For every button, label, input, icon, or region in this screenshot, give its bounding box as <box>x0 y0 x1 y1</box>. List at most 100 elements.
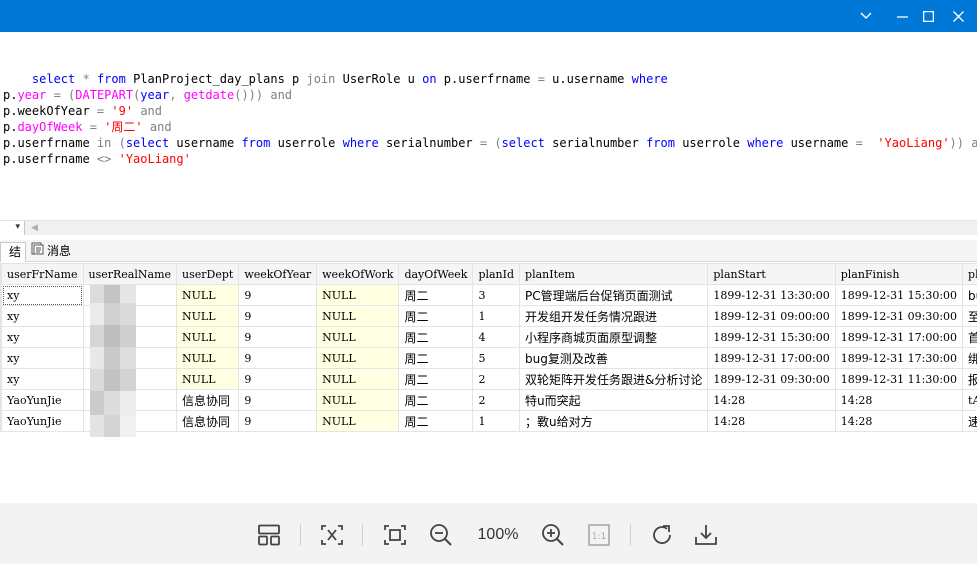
table-cell[interactable]: NULL <box>316 410 400 432</box>
table-cell[interactable]: 14:28 <box>834 389 964 411</box>
table-row[interactable]: xy NULL 9 NULL 周二 2 双轮矩阵开发任务跟进&分析讨论 1899-12-31 … <box>0 368 977 390</box>
column-header[interactable]: planId <box>472 263 521 285</box>
table-cell[interactable]: 信息协同 <box>176 389 240 411</box>
fit-selection-icon[interactable] <box>318 521 346 549</box>
table-cell[interactable]: NULL <box>176 326 240 348</box>
table-cell[interactable]: 1899-12-31 11:30:00 <box>834 368 964 390</box>
table-cell[interactable]: 速推 <box>962 410 977 432</box>
table-cell[interactable]: 14:28 <box>834 410 964 432</box>
column-header[interactable]: userRealName <box>82 263 178 285</box>
table-cell[interactable]: 特u而突起 <box>519 389 709 411</box>
table-cell[interactable]: NULL <box>316 284 400 306</box>
table-cell[interactable]: 1899-12-31 13:30:00 <box>707 284 836 306</box>
table-cell[interactable]: 1899-12-31 09:30:00 <box>834 305 964 327</box>
table-cell[interactable]: 2 <box>472 368 521 390</box>
table-cell[interactable]: 9 <box>238 410 318 432</box>
table-cell[interactable]: 首页 <box>962 326 977 348</box>
table-cell[interactable]: 1899-12-31 15:30:00 <box>707 326 836 348</box>
table-cell[interactable]: PC管理端后台促销页面测试 <box>519 284 709 306</box>
table-cell[interactable]: ；斁u给对方 <box>519 410 709 432</box>
table-cell[interactable]: 报表 <box>962 368 977 390</box>
table-cell[interactable]: 1899-12-31 17:00:00 <box>707 347 836 369</box>
table-cell[interactable]: 4 <box>472 326 521 348</box>
editor-horizontal-scrollbar[interactable]: ▾ ◀ <box>0 220 977 235</box>
table-cell[interactable]: xy <box>1 368 84 390</box>
results-grid[interactable]: userFrName userRealName userDept weekOfYear… <box>0 263 977 463</box>
table-cell[interactable]: bug复测及改善 <box>519 347 709 369</box>
table-cell[interactable]: 9 <box>238 326 318 348</box>
table-cell[interactable]: xy <box>1 347 84 369</box>
table-cell[interactable]: 信息协同 <box>176 410 240 432</box>
table-cell[interactable]: 绑定 <box>962 347 977 369</box>
table-row[interactable]: xy NULL 9 NULL 周二 1 开发组开发任务情况跟进 1899-12-31 09:0… <box>0 305 977 327</box>
column-header[interactable]: planO <box>962 263 977 285</box>
zoom-in-icon[interactable] <box>539 521 567 549</box>
column-header[interactable]: planFinish <box>834 263 964 285</box>
table-cell[interactable]: tAry <box>962 389 977 411</box>
sql-editor[interactable]: select * from PlanProject_day_plans p jo… <box>0 32 977 220</box>
table-cell[interactable]: 9 <box>238 305 318 327</box>
table-cell[interactable]: NULL <box>316 389 400 411</box>
table-row[interactable]: YaoYunJie信息协同9NULL周二2特u而突起14:2814:28tAry <box>0 389 977 411</box>
table-cell[interactable]: NULL <box>316 326 400 348</box>
table-cell[interactable]: 周二 <box>398 368 474 390</box>
table-cell[interactable]: bug记 <box>962 284 977 306</box>
table-cell[interactable]: 周二 <box>398 410 474 432</box>
table-cell[interactable]: NULL <box>316 305 400 327</box>
table-cell[interactable]: 5 <box>472 347 521 369</box>
table-cell[interactable]: 周二 <box>398 347 474 369</box>
table-cell[interactable]: 周二 <box>398 389 474 411</box>
table-row[interactable]: YaoYunJie信息协同9NULL周二1；斁u给对方14:2814:28速推 <box>0 410 977 432</box>
table-cell[interactable]: 周二 <box>398 305 474 327</box>
table-cell[interactable]: YaoYunJie <box>1 410 84 432</box>
table-row[interactable]: xy NULL 9 NULL 周二 4 小程序商城页面原型调整 1899-12-31 15:3… <box>0 326 977 348</box>
table-cell[interactable]: 1 <box>472 410 521 432</box>
column-header[interactable]: userFrName <box>1 263 84 285</box>
sql-text[interactable]: select * from PlanProject_day_plans p jo… <box>3 71 977 167</box>
table-cell[interactable]: xy <box>1 326 84 348</box>
actual-size-icon[interactable]: 1:1 <box>585 521 613 549</box>
table-cell[interactable]: 14:28 <box>707 410 836 432</box>
table-row[interactable]: xy NULL 9 NULL 周二 5 bug复测及改善 1899-12-31 17:00:0… <box>0 347 977 369</box>
table-cell[interactable]: xy <box>1 284 84 306</box>
chevron-down-icon[interactable] <box>848 0 884 32</box>
table-row[interactable]: xy NULL 9 NULL 周二 3 PC管理端后台促销页面测试 1899-12-31 13… <box>0 284 977 306</box>
table-cell[interactable]: 1899-12-31 15:30:00 <box>834 284 964 306</box>
scroll-left-icon[interactable]: ◀ <box>31 223 38 233</box>
zoom-combo[interactable]: ▾ <box>0 221 25 235</box>
table-cell[interactable]: 1 <box>472 305 521 327</box>
table-cell[interactable]: NULL <box>176 347 240 369</box>
table-cell[interactable]: 9 <box>238 347 318 369</box>
column-header[interactable]: planItem <box>519 263 709 285</box>
table-cell[interactable]: 小程序商城页面原型调整 <box>519 326 709 348</box>
table-cell[interactable]: 2 <box>472 389 521 411</box>
table-cell[interactable]: 1899-12-31 09:30:00 <box>707 368 836 390</box>
table-cell[interactable]: 至3日 <box>962 305 977 327</box>
column-header[interactable]: weekOfYear <box>238 263 318 285</box>
table-cell[interactable]: 1899-12-31 09:00:00 <box>707 305 836 327</box>
column-header[interactable]: weekOfWork <box>316 263 400 285</box>
table-cell[interactable]: 14:28 <box>707 389 836 411</box>
table-cell[interactable]: 9 <box>238 284 318 306</box>
tab-results[interactable]: 结果 <box>0 242 26 262</box>
table-cell[interactable]: 9 <box>238 368 318 390</box>
table-cell[interactable]: 9 <box>238 389 318 411</box>
zoom-out-icon[interactable] <box>427 521 455 549</box>
close-icon[interactable] <box>940 0 976 32</box>
table-cell[interactable]: 1899-12-31 17:30:00 <box>834 347 964 369</box>
table-cell[interactable]: xy <box>1 305 84 327</box>
table-cell[interactable]: NULL <box>316 368 400 390</box>
column-header[interactable]: userDept <box>176 263 240 285</box>
table-cell[interactable]: 周二 <box>398 326 474 348</box>
fit-screen-icon[interactable] <box>381 521 409 549</box>
table-cell[interactable]: 1899-12-31 17:00:00 <box>834 326 964 348</box>
table-cell[interactable]: NULL <box>176 284 240 306</box>
rotate-icon[interactable] <box>648 521 676 549</box>
table-cell[interactable]: YaoYunJie <box>1 389 84 411</box>
table-cell[interactable]: 3 <box>472 284 521 306</box>
tab-messages[interactable]: 消息 <box>27 242 81 262</box>
table-cell[interactable]: NULL <box>316 347 400 369</box>
table-cell[interactable]: 周二 <box>398 284 474 306</box>
table-cell[interactable]: 双轮矩阵开发任务跟进&分析讨论 <box>519 368 709 390</box>
download-icon[interactable] <box>692 521 720 549</box>
